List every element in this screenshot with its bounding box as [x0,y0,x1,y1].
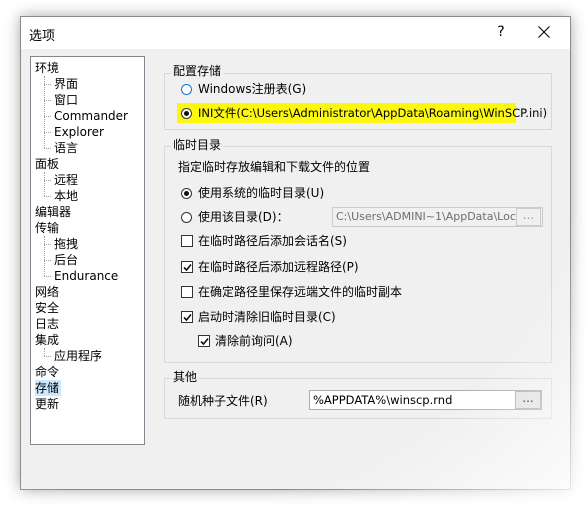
tree-item[interactable]: 安全 [35,300,61,316]
dialog-title: 选项 [29,29,56,44]
tree-item[interactable]: 日志 [35,316,61,332]
options-tree[interactable]: 环境 界面 窗口 Commander Explorer 语言 面板 远程 本地 编辑器 传输 拖拽 后台… [30,56,145,445]
tree-item[interactable]: 编辑器 [35,204,73,220]
temp-dir-option-label: 启动时清除旧临时目录(C) [198,310,336,324]
tree-connector [44,356,51,357]
close-icon [538,26,550,38]
tree-item[interactable]: 面板 [35,156,61,172]
tree-connector [44,148,51,149]
checkbox-unchecked[interactable] [181,235,193,247]
help-button[interactable]: ? [491,21,511,43]
other-title: 其他 [171,370,200,384]
temp-dir-option-label: 在临时路径后添加会话名(S) [198,234,347,248]
temp-dir-option-label: 清除前询问(A) [215,334,293,348]
temp-dir-option-label: 在确定路径里保存远端文件的临时副本 [198,285,403,299]
tree-connector [44,276,51,277]
tree-item[interactable]: 网络 [35,284,61,300]
seed-file-label: 随机种子文件(R) [178,392,268,410]
tree-item[interactable]: 传输 [35,220,61,236]
tree-item[interactable]: 语言 [54,140,80,156]
tree-item[interactable]: 更新 [35,396,61,412]
tree-item[interactable]: 集成 [35,332,61,348]
tree-connector [44,76,45,148]
tree-item[interactable]: 远程 [54,172,80,188]
tree-connector [44,172,45,196]
tree-item[interactable]: 拖拽 [54,236,80,252]
seed-file-input[interactable]: %APPDATA%\winscp.rnd [309,390,542,410]
tree-item[interactable]: Explorer [54,124,106,140]
checkmark-icon [200,337,209,346]
temp-dir-description: 指定临时存放编辑和下载文件的位置 [178,160,371,174]
radio-use-this-dir[interactable]: 使用该目录(D)： [181,208,341,226]
tree-connector [44,244,51,245]
temp-dir-group [164,146,552,363]
tree-connector [44,116,51,117]
radio-windows-registry-circle[interactable] [181,84,192,95]
radio-ini-file[interactable]: INI文件(C:\Users\Administrator\AppData\Roa… [181,104,547,122]
tree-item[interactable]: 本地 [54,188,80,204]
checkmark-icon [183,263,192,272]
temp-dir-option-label: 在临时路径后添加远程路径(P) [198,260,359,274]
tree-connector [44,132,51,133]
radio-windows-registry[interactable]: Windows注册表(G) [181,80,381,98]
close-button[interactable] [527,19,561,45]
tree-connector [44,100,51,101]
config-storage-title: 配置存储 [171,64,224,78]
tree-item[interactable]: 界面 [54,76,80,92]
tree-item[interactable]: 命令 [35,364,61,380]
checkmark-icon [183,313,192,322]
tree-connector [44,196,51,197]
tree-connector [44,236,45,276]
tree-connector [44,84,51,85]
radio-ini-file-label: INI文件(C:\Users\Administrator\AppData\Roa… [198,106,548,120]
tree-item[interactable]: 环境 [35,60,61,76]
tree-item[interactable]: 后台 [54,252,80,268]
tree-item[interactable]: Endurance [54,268,120,284]
tree-item[interactable]: Commander [54,108,130,124]
checkbox-checked[interactable] [181,311,193,323]
temp-dir-browse-button[interactable]: ... [516,208,541,226]
checkbox-checked[interactable] [198,335,210,347]
tree-connector [44,180,51,181]
radio-windows-registry-label: Windows注册表(G) [198,82,307,96]
temp-dir-title: 临时目录 [171,138,224,152]
options-dialog: 选项 ? 环境 界面 窗口 Commander Explorer 语言 面板 远程 本地 编辑器传… [20,16,571,490]
radio-use-this-dir-label: 使用该目录(D)： [198,210,289,224]
tree-connector [44,348,45,356]
radio-use-system-temp-circle[interactable] [181,188,192,199]
tree-item[interactable]: 应用程序 [54,348,104,364]
checkbox-checked[interactable] [181,261,193,273]
radio-use-this-dir-circle[interactable] [181,212,192,223]
title-bar: 选项 ? [21,17,570,49]
tree-item[interactable]: 窗口 [54,92,80,108]
seed-file-browse-button[interactable]: ... [515,391,541,409]
radio-use-system-temp[interactable]: 使用系统的临时目录(U) [181,184,381,202]
tree-connector [44,260,51,261]
tree-item[interactable]: 存储 [35,380,62,396]
radio-use-system-temp-label: 使用系统的临时目录(U) [198,186,325,200]
seed-file-label-text: 随机种子文件(R) [178,394,268,408]
temp-dir-path-input[interactable]: C:\Users\ADMINI~1\AppData\Local\ [332,207,543,227]
radio-ini-file-circle[interactable] [181,108,192,119]
checkbox-unchecked[interactable] [181,286,193,298]
